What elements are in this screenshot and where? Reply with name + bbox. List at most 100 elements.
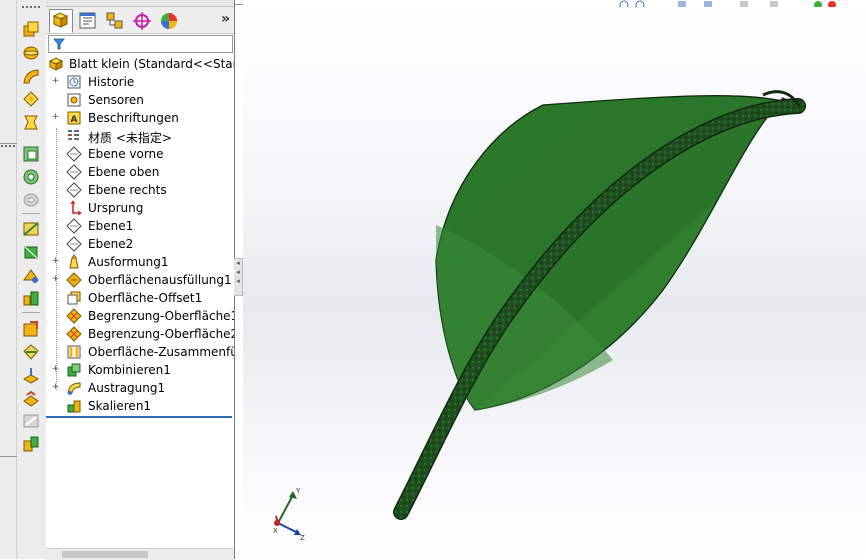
expand-node-button[interactable]: + xyxy=(51,365,60,374)
tree-item[interactable]: 材质 <未指定> xyxy=(46,127,234,145)
extruded-boss-icon[interactable] xyxy=(22,20,40,38)
expand-panel-button[interactable]: » xyxy=(221,11,230,27)
tree-item[interactable]: + Oberflächenausfüllung1 xyxy=(46,271,234,289)
graphics-area[interactable]: Y Z X xyxy=(243,0,866,559)
extruded-surface-icon[interactable] xyxy=(22,220,40,238)
expand-node-button[interactable]: + xyxy=(51,257,60,266)
panel-collapse-handle[interactable]: ◂ ◂ ◂ xyxy=(234,258,243,296)
tree-item[interactable]: + A Beschriftungen xyxy=(46,109,234,127)
model-canvas xyxy=(393,90,806,520)
hole-wizard-icon[interactable] xyxy=(22,168,40,186)
tree-item[interactable]: + Historie xyxy=(46,73,234,91)
toolbar-separator xyxy=(22,312,40,313)
knit-surface-icon xyxy=(67,345,81,359)
expand-node-button[interactable]: + xyxy=(51,113,60,122)
display-manager-tab[interactable] xyxy=(157,9,181,33)
filled-surface-icon[interactable] xyxy=(22,343,40,361)
feature-tree-filter[interactable] xyxy=(48,35,233,53)
tree-item-label: Ausformung1 xyxy=(88,255,169,269)
tree-item[interactable]: + Kombinieren1 xyxy=(46,361,234,379)
rollback-bar[interactable] xyxy=(46,416,232,418)
revolved-surface-icon[interactable] xyxy=(22,243,40,261)
revolved-boss-icon[interactable] xyxy=(22,44,40,62)
svg-text:A: A xyxy=(71,115,78,125)
plane-icon xyxy=(66,146,82,162)
toolbar-grip[interactable] xyxy=(1,145,15,149)
command-toolbar xyxy=(0,0,47,559)
annotations-icon: A xyxy=(67,111,81,125)
boundary-surface-icon[interactable] xyxy=(22,320,40,338)
extruded-cut-icon[interactable] xyxy=(22,145,40,163)
surface-fill-icon xyxy=(66,272,82,288)
knit-surface-icon[interactable] xyxy=(22,435,40,453)
tree-item-label: Begrenzung-Oberfläche2 xyxy=(88,327,234,341)
configuration-manager-tab-icon xyxy=(106,12,123,29)
tree-root-part[interactable]: Blatt klein (Standard<<Stan xyxy=(46,55,234,73)
tree-item-label: Oberfläche-Zusammenfügen1 xyxy=(88,345,234,359)
dimxpert-tab-icon xyxy=(133,12,151,30)
triad-z-label: Z xyxy=(300,534,305,540)
offset-surface-icon[interactable] xyxy=(22,389,40,407)
planar-surface-icon[interactable] xyxy=(22,366,40,384)
configuration-manager-tab[interactable] xyxy=(103,9,127,33)
scrollbar-thumb[interactable] xyxy=(62,551,148,558)
tree-item[interactable]: Begrenzung-Oberfläche1 xyxy=(46,307,234,325)
lofted-surface-icon[interactable] xyxy=(22,289,40,307)
ruled-surface-icon[interactable] xyxy=(22,412,40,430)
expand-node-button[interactable]: + xyxy=(51,275,60,284)
tree-item[interactable]: Ebene1 xyxy=(46,217,234,235)
tree-item[interactable]: Ebene rechts xyxy=(46,181,234,199)
boundary-surface-icon xyxy=(66,308,82,324)
loft-icon xyxy=(69,254,79,269)
tree-item[interactable]: Skalieren1 xyxy=(46,397,234,415)
triad-origin xyxy=(274,520,280,526)
plane-icon xyxy=(66,218,82,234)
tree-item-label: Kombinieren1 xyxy=(88,363,171,377)
feature-manager-tab-icon xyxy=(52,12,69,28)
panel-horizontal-scrollbar[interactable] xyxy=(46,548,234,560)
toolbar-separator xyxy=(22,213,40,214)
lofted-boss-icon[interactable] xyxy=(22,90,40,108)
tree-item-label: Historie xyxy=(88,75,135,89)
tree-item[interactable]: Oberfläche-Zusammenfügen1 xyxy=(46,343,234,361)
tree-item-label: 材质 <未指定> xyxy=(88,131,172,145)
tree-item-label: Sensoren xyxy=(88,93,144,107)
tree-item[interactable]: + Austragung1 xyxy=(46,379,234,397)
tree-item-label: Ursprung xyxy=(88,201,144,215)
expand-node-button[interactable]: + xyxy=(51,77,60,86)
tree-item-label: Skalieren1 xyxy=(88,399,152,413)
tree-item[interactable]: + Ausformung1 xyxy=(46,253,234,271)
feature-manager-tab[interactable] xyxy=(49,9,73,33)
revolved-cut-icon[interactable] xyxy=(22,191,40,209)
tree-item[interactable]: Sensoren xyxy=(46,91,234,109)
toolbar-divider xyxy=(16,0,17,559)
toolbar-strip-line xyxy=(0,143,17,144)
tree-item-label: Beschriftungen xyxy=(88,111,179,125)
expand-node-button[interactable]: + xyxy=(51,383,60,392)
tree-item[interactable]: Ebene oben xyxy=(46,163,234,181)
dimxpert-tab[interactable] xyxy=(130,9,154,33)
swept-surface-icon[interactable] xyxy=(22,266,40,284)
tree-item[interactable]: Begrenzung-Oberfläche2 xyxy=(46,325,234,343)
tree-item[interactable]: Ebene vorne xyxy=(46,145,234,163)
boundary-boss-icon[interactable] xyxy=(22,113,40,131)
swept-boss-icon[interactable] xyxy=(22,67,40,85)
boundary-surface-icon xyxy=(66,326,82,342)
filter-input[interactable] xyxy=(69,36,227,50)
tree-item-label: Ebene rechts xyxy=(88,183,167,197)
collapse-arrow-icon: ◂ xyxy=(236,259,240,267)
property-manager-tab[interactable] xyxy=(76,9,100,33)
plane-icon xyxy=(66,236,82,252)
toolbar-strip-line xyxy=(0,456,17,457)
tree-item-label: Ebene1 xyxy=(88,219,134,233)
collapse-arrow-icon: ◂ xyxy=(236,268,240,276)
tree-item[interactable]: Oberfläche-Offset1 xyxy=(46,289,234,307)
scale-icon xyxy=(67,400,81,413)
panel-tab-bar: » xyxy=(46,7,234,34)
plane-icon xyxy=(66,182,82,198)
toolbar-grip[interactable] xyxy=(22,6,40,11)
history-icon xyxy=(67,75,81,89)
plane-icon xyxy=(66,164,82,180)
tree-item[interactable]: Ursprung xyxy=(46,199,234,217)
tree-item[interactable]: Ebene2 xyxy=(46,235,234,253)
